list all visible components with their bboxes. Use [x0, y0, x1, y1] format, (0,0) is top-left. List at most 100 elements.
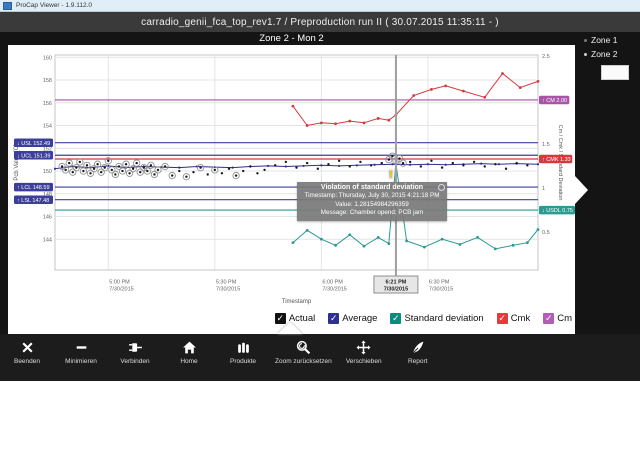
toolbar-button-connect[interactable]: Verbinden	[108, 334, 162, 365]
limit-badge[interactable]: ↑ LCL 148.59	[14, 183, 53, 192]
svg-text:↓ USDL 0.75: ↓ USDL 0.75	[542, 208, 573, 214]
close-icon	[20, 340, 35, 355]
window-titlebar: ProCap Viewer - 1.9.112.0	[0, 0, 640, 12]
tooltip-value: Value: 1.28154984296359	[301, 201, 443, 210]
legend-item-cmk[interactable]: ✓Cmk	[497, 313, 531, 324]
tooltip-close-icon[interactable]	[438, 184, 445, 191]
violation-warning-icon: !	[389, 169, 393, 181]
chart-plot: 6:21 PM7/30/2015!14414614815015215415615…	[8, 45, 575, 308]
zone-sidebar: Zone 1 Zone 2	[575, 32, 640, 334]
toolbar-button-label: Report	[408, 358, 428, 365]
main-area: Zone 2 - Mon 2 6:21 PM7/30/2015!14414614…	[0, 32, 640, 334]
sidebar-flyout-arrow-icon[interactable]	[575, 176, 588, 204]
tooltip-title: Violation of standard deviation	[301, 184, 443, 191]
svg-text:6:30 PM: 6:30 PM	[429, 280, 450, 286]
toolbar: Beenden Minimieren Verbinden Home Produkte Zo…	[0, 334, 640, 381]
run-title: carradio_genii_fca_top_rev1.7 / Preprodu…	[141, 17, 499, 28]
chart-panel: 6:21 PM7/30/2015!14414614815015215415615…	[8, 45, 575, 334]
tooltip-timestamp: Timestamp: Thursday, July 30, 2015 4:21:…	[301, 192, 443, 201]
svg-text:2.5: 2.5	[542, 54, 550, 60]
toolbar-button-label: Produkte	[230, 358, 256, 365]
svg-text:7/30/2015: 7/30/2015	[429, 287, 453, 293]
connect-icon	[128, 340, 143, 355]
zoom-reset-icon	[296, 340, 311, 355]
legend-checkbox[interactable]: ✓	[328, 313, 339, 324]
svg-text:156: 156	[43, 101, 52, 107]
toolbar-button-label: Minimieren	[65, 358, 97, 365]
sidebar-item-zone-2[interactable]: Zone 2	[575, 48, 640, 60]
svg-text:!: !	[389, 169, 393, 181]
toolbar-button-move[interactable]: Verschieben	[337, 334, 391, 365]
app-icon	[3, 2, 12, 10]
svg-text:5:00 PM: 5:00 PM	[109, 280, 130, 286]
toolbar-button-close[interactable]: Beenden	[0, 334, 54, 365]
toolbar-button-label: Verschieben	[346, 358, 382, 365]
svg-text:↑ CM 2.00: ↑ CM 2.00	[542, 98, 567, 104]
toolbar-button-report[interactable]: Report	[391, 334, 445, 365]
svg-text:↑ LSL 147.48: ↑ LSL 147.48	[17, 198, 49, 204]
toolbar-button-label: Verbinden	[120, 358, 149, 365]
zone-bullet-icon	[584, 39, 587, 42]
limit-badge[interactable]: ↓ USDL 0.75	[539, 206, 575, 215]
cursor-label: 6:21 PM7/30/2015	[374, 276, 418, 293]
toolbar-button-home[interactable]: Home	[162, 334, 216, 365]
legend-checkbox[interactable]: ✓	[390, 313, 401, 324]
minimize-icon	[74, 340, 89, 355]
run-header: carradio_genii_fca_top_rev1.7 / Preprodu…	[0, 12, 640, 32]
legend-checkbox[interactable]: ✓	[497, 313, 508, 324]
legend-item-cm[interactable]: ✓Cm	[543, 313, 572, 324]
svg-text:↓ USL 152.49: ↓ USL 152.49	[17, 141, 50, 147]
bottom-gap	[0, 381, 640, 469]
zone-bullet-icon	[584, 53, 587, 56]
left-axis-title: Pcb Value [C]	[14, 144, 20, 181]
x-axis-title: Timestamp	[282, 299, 312, 305]
svg-text:150: 150	[43, 169, 52, 175]
svg-text:↓ UCL 151.39: ↓ UCL 151.39	[17, 153, 50, 159]
limit-badge[interactable]: ↑ LSL 147.48	[14, 195, 53, 204]
svg-text:1.5: 1.5	[542, 142, 550, 148]
limit-badge[interactable]: ↓ UCL 151.39	[14, 151, 53, 160]
toolbar-button-label: Beenden	[14, 358, 40, 365]
zone-label: Zone 2	[591, 49, 617, 59]
zone-thumbnail[interactable]	[601, 65, 629, 80]
tooltip-message: Message: Chamber opend; PCB jam	[301, 209, 443, 218]
svg-text:6:21 PM: 6:21 PM	[386, 280, 407, 286]
svg-text:158: 158	[43, 78, 52, 84]
products-icon	[236, 340, 251, 355]
legend-item-standard-deviation[interactable]: ✓Standard deviation	[390, 313, 483, 324]
toolbar-button-products[interactable]: Produkte	[216, 334, 270, 365]
legend-label: Cm	[557, 313, 572, 324]
legend-label: Average	[342, 313, 377, 324]
legend-item-average[interactable]: ✓Average	[328, 313, 377, 324]
svg-text:7/30/2015: 7/30/2015	[216, 287, 240, 293]
legend-label: Standard deviation	[404, 313, 483, 324]
svg-text:144: 144	[43, 237, 52, 243]
svg-text:154: 154	[43, 124, 52, 130]
svg-text:7/30/2015: 7/30/2015	[322, 287, 346, 293]
svg-text:6:00 PM: 6:00 PM	[322, 280, 343, 286]
svg-text:7/30/2015: 7/30/2015	[109, 287, 133, 293]
toolbar-handle-icon[interactable]	[277, 322, 303, 334]
home-icon	[182, 340, 197, 355]
sidebar-item-zone-1[interactable]: Zone 1	[575, 34, 640, 46]
svg-text:1: 1	[542, 186, 545, 192]
legend-label: Cmk	[511, 313, 531, 324]
svg-text:7/30/2015: 7/30/2015	[384, 287, 408, 293]
window-title: ProCap Viewer - 1.9.112.0	[16, 2, 92, 9]
toolbar-button-zoom-reset[interactable]: Zoom zurücksetzen	[270, 334, 337, 365]
svg-text:0.5: 0.5	[542, 230, 550, 236]
report-icon	[410, 340, 425, 355]
limit-badge[interactable]: ↑ CMK 1.33	[539, 155, 572, 164]
svg-text:↑ LCL 148.59: ↑ LCL 148.59	[17, 185, 50, 191]
move-icon	[356, 340, 371, 355]
svg-text:160: 160	[43, 55, 52, 61]
app-window: ProCap Viewer - 1.9.112.0 carradio_genii…	[0, 0, 640, 469]
limit-badge[interactable]: ↓ USL 152.49	[14, 139, 53, 148]
toolbar-button-minimize[interactable]: Minimieren	[54, 334, 108, 365]
legend-checkbox[interactable]: ✓	[543, 313, 554, 324]
limit-badge[interactable]: ↑ CM 2.00	[539, 96, 569, 105]
zone-list: Zone 1 Zone 2	[575, 34, 640, 60]
zone-label: Zone 1	[591, 35, 617, 45]
legend: ✓Actual✓Average✓Standard deviation✓Cmk✓C…	[275, 313, 572, 324]
svg-text:146: 146	[43, 215, 52, 221]
